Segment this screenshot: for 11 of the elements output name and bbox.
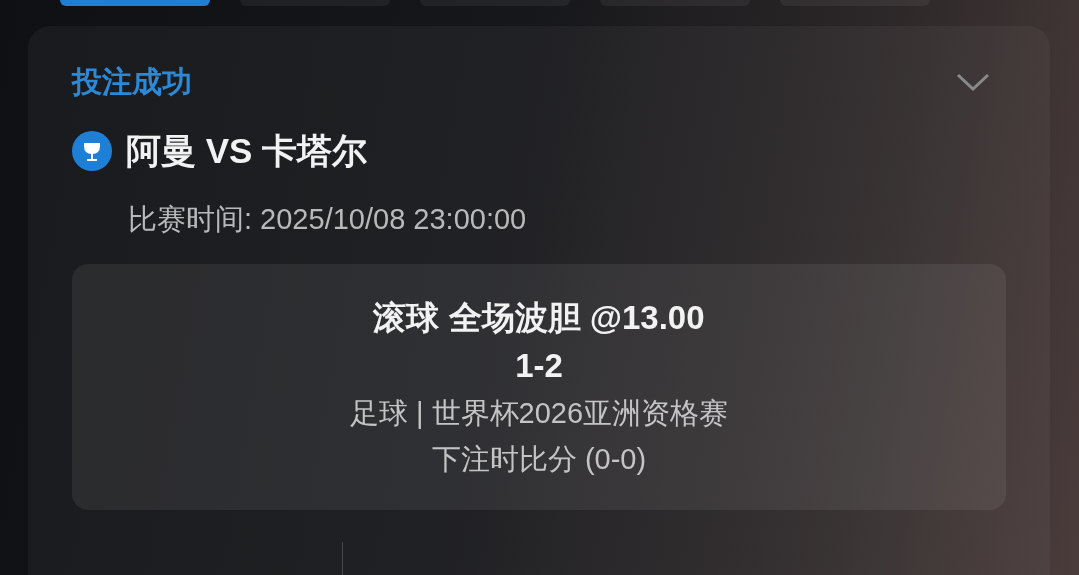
trophy-icon [72,131,112,171]
chevron-icon[interactable] [956,72,990,92]
competition: 足球 | 世界杯2026亚洲资格赛 [349,396,729,431]
score-at-bet: 下注时比分 (0-0) [431,442,647,477]
tab[interactable] [60,0,210,6]
match-title: 阿曼 VS 卡塔尔 [126,129,368,172]
bet-status: 投注成功 [72,63,192,100]
tab[interactable] [780,0,930,6]
market-odds: 滚球 全场波胆 @13.00 [373,298,705,338]
score-pick: 1-2 [515,346,563,386]
match-time: 比赛时间: 2025/10/08 23:00:00 [128,202,528,237]
